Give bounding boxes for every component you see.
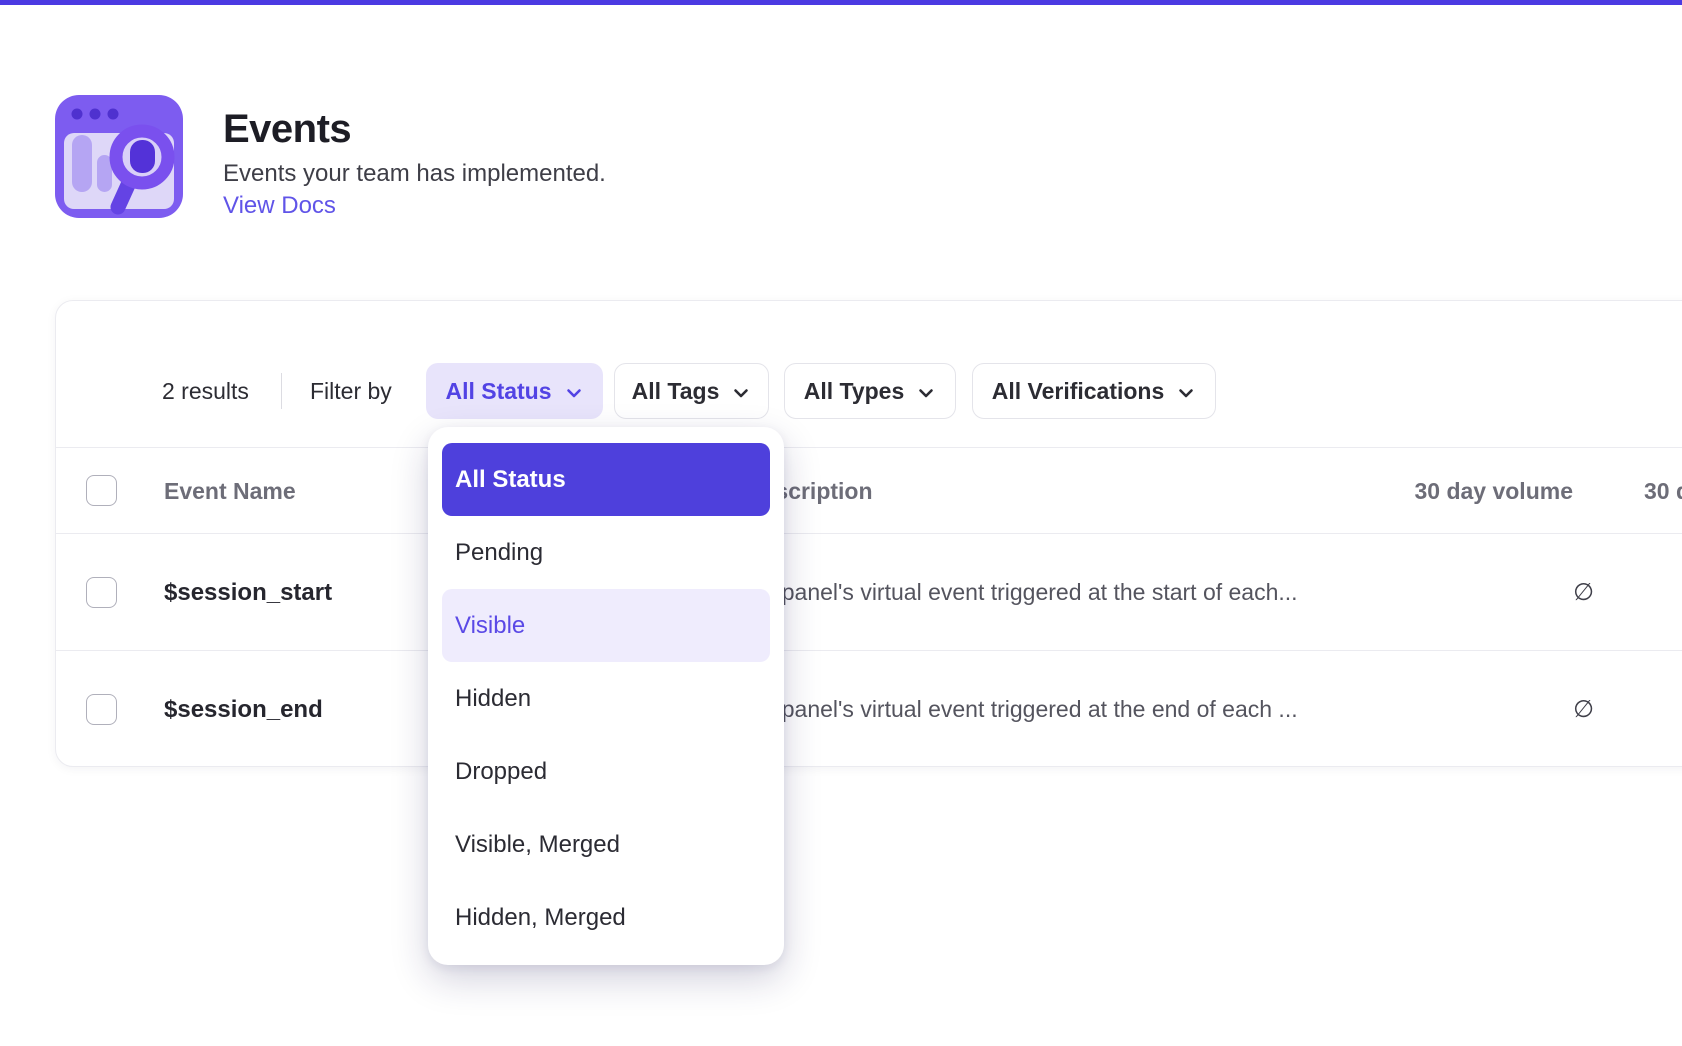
dropdown-option-pending[interactable]: Pending <box>442 516 770 589</box>
dropdown-option-dropped[interactable]: Dropped <box>442 735 770 808</box>
filter-all-tags-label: All Tags <box>632 378 720 405</box>
page-title: Events <box>223 108 351 150</box>
column-header-event-name[interactable]: Event Name <box>164 448 296 534</box>
event-name[interactable]: $session_end <box>164 651 323 768</box>
row-checkbox[interactable] <box>86 694 117 725</box>
view-docs-link[interactable]: View Docs <box>223 193 336 219</box>
top-accent-bar <box>0 0 1682 5</box>
filter-all-status-label: All Status <box>445 378 551 405</box>
filter-all-types-button[interactable]: All Types <box>784 363 956 419</box>
row-checkbox[interactable] <box>86 577 117 608</box>
table-header-row: Event Name Description 30 day volume 30 … <box>56 447 1682 534</box>
column-header-30-day-clipped[interactable]: 30 d <box>1644 448 1682 534</box>
toolbar-divider <box>281 373 282 409</box>
dropdown-option-hidden-merged[interactable]: Hidden, Merged <box>442 881 770 954</box>
filter-all-tags-button[interactable]: All Tags <box>614 363 769 419</box>
status-filter-dropdown: All Status Pending Visible Hidden Droppe… <box>428 427 784 965</box>
chevron-down-icon <box>731 383 751 403</box>
event-name[interactable]: $session_start <box>164 534 332 651</box>
dropdown-option-visible-merged[interactable]: Visible, Merged <box>442 808 770 881</box>
event-30-day-volume: ∅ <box>1164 651 1594 768</box>
page-subtitle: Events your team has implemented. <box>223 161 606 187</box>
chevron-down-icon <box>564 383 584 403</box>
events-table-card: 2 results Filter by All Status All Tags … <box>55 300 1682 767</box>
dropdown-option-hidden[interactable]: Hidden <box>442 662 770 735</box>
filter-all-verifications-label: All Verifications <box>992 378 1165 405</box>
filter-all-status-button[interactable]: All Status <box>426 363 603 419</box>
events-app-icon <box>55 95 183 218</box>
dropdown-option-visible[interactable]: Visible <box>442 589 770 662</box>
column-header-30-day-volume[interactable]: 30 day volume <box>1164 448 1573 534</box>
results-count: 2 results <box>162 363 249 419</box>
table-row[interactable]: $session_start Mixpanel's virtual event … <box>56 534 1682 651</box>
dropdown-option-all-status[interactable]: All Status <box>442 443 770 516</box>
chevron-down-icon <box>1176 383 1196 403</box>
filter-all-types-label: All Types <box>804 378 905 405</box>
chevron-down-icon <box>916 383 936 403</box>
filter-by-label: Filter by <box>310 363 392 419</box>
select-all-checkbox[interactable] <box>86 475 117 506</box>
event-30-day-volume: ∅ <box>1164 534 1594 651</box>
filter-all-verifications-button[interactable]: All Verifications <box>972 363 1216 419</box>
table-row[interactable]: $session_end Mixpanel's virtual event tr… <box>56 651 1682 768</box>
